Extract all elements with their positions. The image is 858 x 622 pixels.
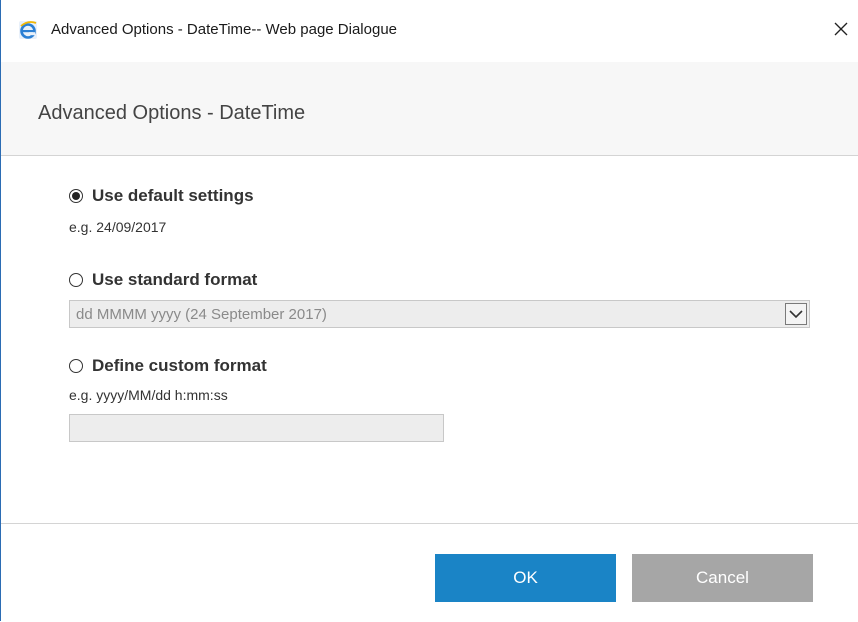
dialog-window: Advanced Options - DateTime-- Web page D… — [0, 0, 858, 622]
options-panel: Use default settings e.g. 24/09/2017 Use… — [1, 156, 858, 523]
radio-use-default[interactable]: Use default settings — [69, 184, 254, 208]
radio-button-unchecked[interactable] — [69, 273, 83, 287]
default-example-text: e.g. 24/09/2017 — [69, 219, 167, 235]
standard-format-select[interactable]: dd MMMM yyyy (24 September 2017) — [69, 300, 810, 328]
chevron-down-icon[interactable] — [785, 303, 807, 325]
dialog-footer: OK Cancel — [1, 523, 858, 622]
radio-button-unchecked[interactable] — [69, 359, 83, 373]
define-custom-label: Define custom format — [92, 356, 267, 375]
use-default-label: Use default settings — [92, 186, 254, 205]
use-standard-label: Use standard format — [92, 270, 258, 289]
ok-button[interactable]: OK — [435, 554, 616, 602]
custom-example-text: e.g. yyyy/MM/dd h:mm:ss — [69, 387, 228, 403]
window-title: Advanced Options - DateTime-- Web page D… — [51, 21, 398, 38]
close-icon[interactable] — [826, 14, 856, 44]
dialog-title: Advanced Options - DateTime — [38, 102, 306, 124]
custom-format-input[interactable] — [69, 414, 444, 442]
title-bar: Advanced Options - DateTime-- Web page D… — [1, 0, 858, 62]
standard-format-value: dd MMMM yyyy (24 September 2017) — [76, 306, 327, 323]
dialog-header: Advanced Options - DateTime — [1, 62, 858, 156]
cancel-button[interactable]: Cancel — [632, 554, 813, 602]
internet-explorer-icon — [18, 20, 38, 40]
radio-define-custom[interactable]: Define custom format — [69, 354, 267, 378]
radio-button-checked[interactable] — [69, 189, 83, 203]
radio-use-standard[interactable]: Use standard format — [69, 268, 257, 292]
